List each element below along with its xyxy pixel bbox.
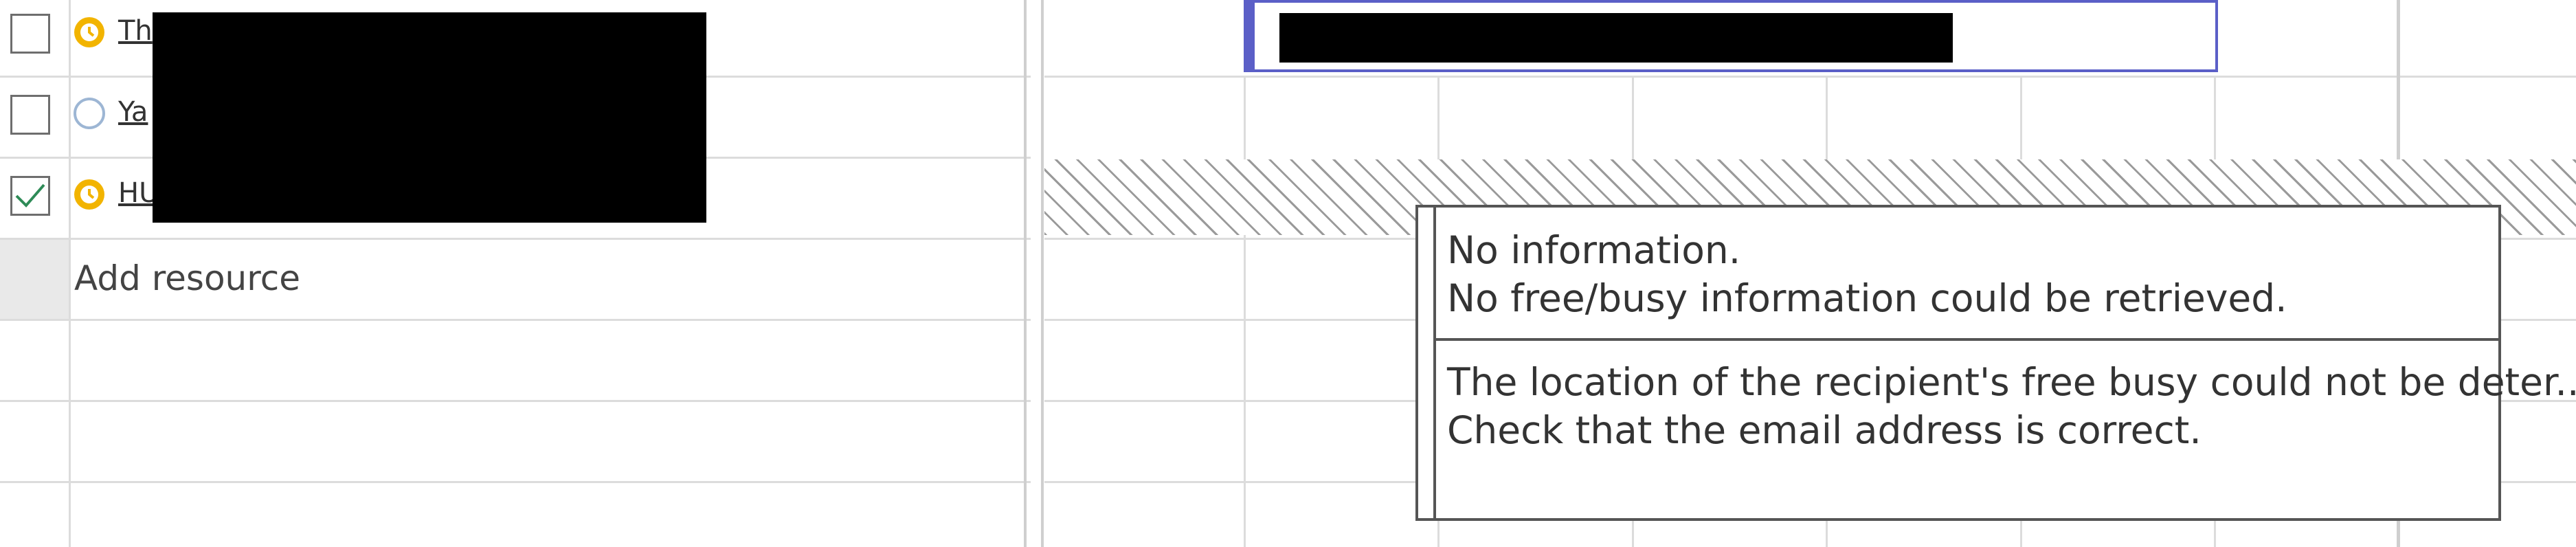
redacted-attendee-names [153,12,706,223]
schedule-row-divider [1044,76,2576,78]
tooltip-detail: The location of the recipient's free bus… [1447,360,2576,404]
free-busy-tooltip: No information. No free/busy information… [1415,205,2576,521]
add-resource-field[interactable]: Add resource [74,258,300,298]
checkmark-icon [15,183,45,208]
row-divider [0,319,1031,321]
tooltip-message: No free/busy information could be retrie… [1447,276,2287,320]
pane-splitter[interactable] [1041,0,1044,547]
tooltip-section-divider [1433,338,2501,341]
meeting-time-block[interactable] [1244,0,2218,72]
attendee-name-link[interactable]: Ya [118,96,148,128]
tooltip-left-rule [1433,208,1436,518]
attendee-checkbox[interactable] [10,14,50,54]
pane-splitter[interactable] [1024,0,1027,547]
busy-status-icon [74,179,104,210]
tooltip-title: No information. [1447,228,1741,272]
row-divider [0,400,1031,402]
add-resource-gutter [0,238,69,319]
checkbox-column-divider [69,0,71,547]
attendee-checkbox-checked[interactable] [10,176,50,216]
redacted-meeting-title [1279,13,1953,63]
unknown-status-icon [74,98,105,129]
tooltip-hint: Check that the email address is correct. [1447,408,2202,452]
row-divider [0,481,1031,483]
busy-status-icon [74,17,104,47]
attendee-checkbox[interactable] [10,95,50,135]
attendee-name-link[interactable]: Th [118,15,153,47]
row-divider [0,238,1031,240]
schedule-column-divider [1244,76,1246,547]
